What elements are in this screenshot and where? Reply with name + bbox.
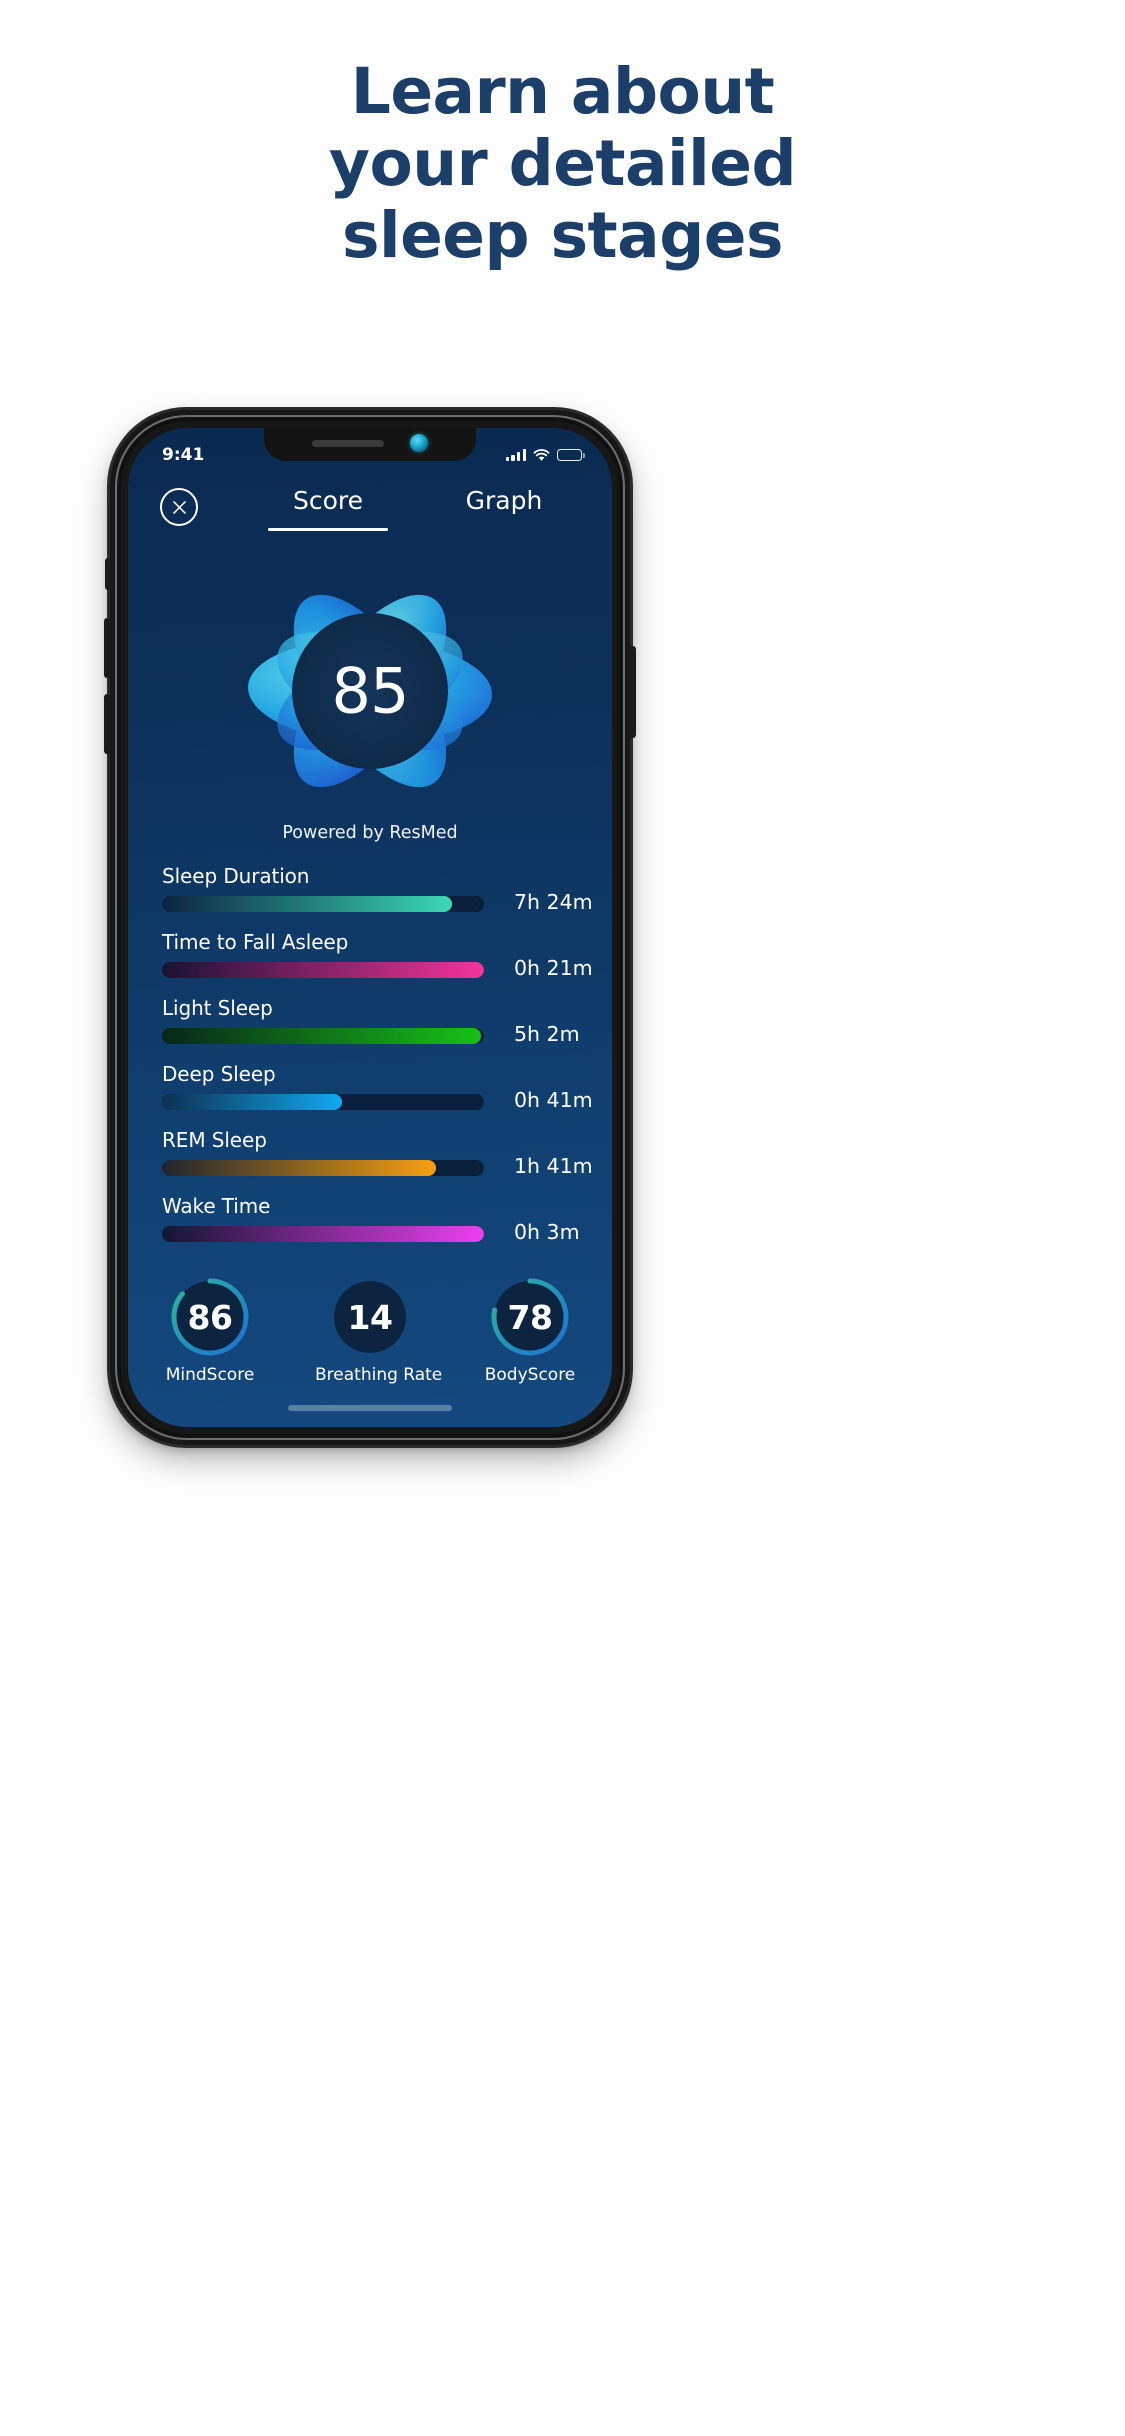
phone-mockup: 9:41 Score Graph 85 Powered by ResMed Sl… bbox=[104, 410, 636, 1445]
metric-label: REM Sleep bbox=[162, 1128, 267, 1152]
metric-label: Deep Sleep bbox=[162, 1062, 276, 1086]
page-title-line-1: Learn about bbox=[350, 55, 775, 128]
metric-label: Time to Fall Asleep bbox=[162, 930, 349, 954]
page-title: Learn about your detailed sleep stages bbox=[0, 56, 1125, 272]
phone-screen: 9:41 Score Graph 85 Powered by ResMed Sl… bbox=[128, 428, 612, 1427]
volume-up-button[interactable] bbox=[104, 618, 111, 678]
sub-scores: 86 MindScore 14 Breathing Rate 78 BodySc… bbox=[128, 1278, 612, 1385]
battery-full-icon bbox=[557, 448, 585, 462]
status-bar-indicators bbox=[505, 448, 585, 462]
metric-row: Wake Time 0h 3m bbox=[162, 1194, 594, 1260]
metric-value: 5h 2m bbox=[514, 1022, 580, 1046]
metric-track bbox=[162, 1226, 484, 1242]
close-circle-icon[interactable] bbox=[160, 488, 198, 526]
metric-row: REM Sleep 1h 41m bbox=[162, 1128, 594, 1194]
metric-value: 1h 41m bbox=[514, 1154, 593, 1178]
power-button[interactable] bbox=[629, 646, 636, 738]
tab-active-underline bbox=[268, 528, 388, 531]
metric-track bbox=[162, 962, 484, 978]
metric-label: Sleep Duration bbox=[162, 864, 310, 888]
screenshot-root: Learn about your detailed sleep stages 9… bbox=[0, 0, 1125, 2436]
metric-value: 0h 21m bbox=[514, 956, 593, 980]
score-value: 14 bbox=[347, 1297, 393, 1337]
sub-score-mindscore[interactable]: 86 MindScore bbox=[155, 1278, 265, 1385]
metric-fill bbox=[162, 1028, 481, 1044]
mute-switch-button[interactable] bbox=[105, 558, 111, 590]
metric-fill bbox=[162, 962, 484, 978]
wifi-icon bbox=[533, 448, 550, 462]
score-ring: 14 bbox=[331, 1278, 409, 1356]
metric-fill bbox=[162, 1094, 343, 1110]
tab-score[interactable]: Score bbox=[240, 486, 416, 515]
sleep-score-orb-icon: 85 bbox=[240, 576, 500, 806]
metric-label: Light Sleep bbox=[162, 996, 273, 1020]
metric-row: Deep Sleep 0h 41m bbox=[162, 1062, 594, 1128]
metric-track bbox=[162, 896, 484, 912]
metric-row: Light Sleep 5h 2m bbox=[162, 996, 594, 1062]
sub-score-bodyscore[interactable]: 78 BodyScore bbox=[475, 1278, 585, 1385]
metric-value: 7h 24m bbox=[514, 890, 593, 914]
metric-value: 0h 41m bbox=[514, 1088, 593, 1112]
metric-track bbox=[162, 1028, 484, 1044]
powered-by-label: Powered by ResMed bbox=[282, 823, 458, 843]
metric-row: Sleep Duration 7h 24m bbox=[162, 864, 594, 930]
metric-value: 0h 3m bbox=[514, 1220, 580, 1244]
page-title-line-2: your detailed bbox=[328, 127, 797, 200]
page-title-line-3: sleep stages bbox=[341, 199, 784, 272]
sub-score-breathing-rate[interactable]: 14 Breathing Rate bbox=[315, 1278, 443, 1385]
metric-label: Wake Time bbox=[162, 1194, 271, 1218]
score-ring: 86 bbox=[171, 1278, 249, 1356]
status-bar-time: 9:41 bbox=[162, 445, 205, 465]
home-indicator[interactable] bbox=[288, 1405, 452, 1411]
volume-down-button[interactable] bbox=[104, 694, 111, 754]
score-ring: 78 bbox=[491, 1278, 569, 1356]
tab-graph[interactable]: Graph bbox=[416, 486, 592, 515]
score-label: MindScore bbox=[165, 1365, 255, 1385]
metrics-list: Sleep Duration 7h 24m Time to Fall Aslee… bbox=[162, 864, 594, 1260]
metric-fill bbox=[162, 1160, 436, 1176]
score-label: BodyScore bbox=[484, 1365, 576, 1385]
metric-row: Time to Fall Asleep 0h 21m bbox=[162, 930, 594, 996]
app-top-bar: Score Graph bbox=[128, 484, 612, 548]
score-value: 78 bbox=[507, 1297, 553, 1337]
metric-fill bbox=[162, 896, 452, 912]
metric-fill bbox=[162, 1226, 484, 1242]
score-value: 86 bbox=[187, 1297, 233, 1337]
metric-track bbox=[162, 1160, 484, 1176]
metric-track bbox=[162, 1094, 484, 1110]
status-bar: 9:41 bbox=[128, 428, 612, 470]
signal-bars-icon bbox=[505, 449, 526, 461]
score-label: Breathing Rate bbox=[315, 1365, 443, 1385]
sleep-score-value: 85 bbox=[331, 654, 410, 728]
